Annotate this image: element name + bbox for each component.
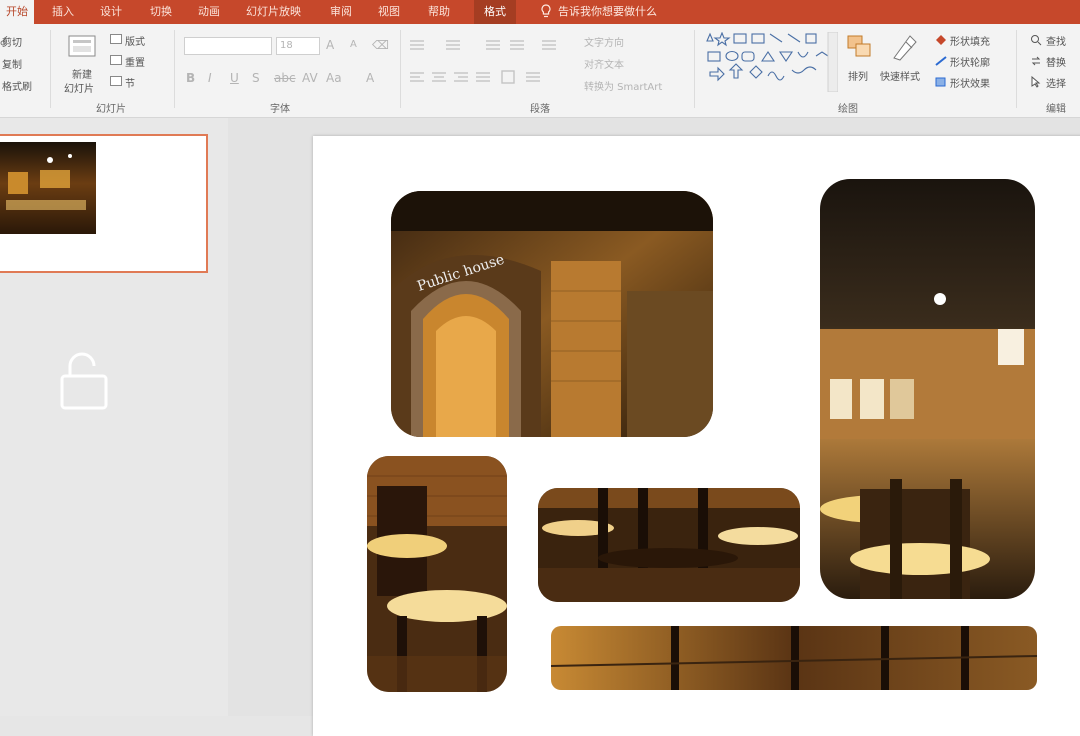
editing-group-label: 编辑 bbox=[1046, 104, 1066, 115]
text-direction-button[interactable]: 文字方向 bbox=[584, 34, 624, 49]
change-case-button[interactable]: Aa bbox=[326, 71, 342, 85]
new-slide-label-2[interactable]: 幻灯片 bbox=[64, 80, 94, 95]
slides-group-label: 幻灯片 bbox=[96, 104, 126, 115]
lightbulb-icon bbox=[541, 4, 551, 18]
shape-outline-button[interactable]: 形状轮廓 bbox=[950, 54, 990, 69]
copy-button[interactable]: 复制 bbox=[2, 56, 22, 71]
picture-floor-strip[interactable] bbox=[551, 626, 1037, 690]
tell-me-search[interactable]: 告诉我你想要做什么 bbox=[540, 0, 657, 24]
find-icon bbox=[1031, 35, 1042, 46]
italic-button[interactable]: I bbox=[208, 71, 212, 85]
underline-button[interactable]: U bbox=[230, 71, 239, 85]
font-color-button[interactable]: A bbox=[366, 71, 374, 85]
tab-insert[interactable]: 插入 bbox=[52, 0, 74, 24]
tab-home[interactable]: 开始 bbox=[0, 0, 34, 24]
tab-view[interactable]: 视图 bbox=[378, 0, 400, 24]
reset-button[interactable]: 重置 bbox=[125, 54, 145, 69]
ribbon-tab-bar: 开始 插入 设计 切换 动画 幻灯片放映 审阅 视图 帮助 格式 告诉我你想要做… bbox=[0, 0, 1080, 24]
bold-button[interactable]: B bbox=[186, 71, 195, 85]
tab-help[interactable]: 帮助 bbox=[428, 0, 450, 24]
quick-styles-icon bbox=[893, 35, 917, 61]
reset-icon bbox=[110, 55, 122, 65]
group-separator bbox=[400, 30, 401, 108]
arrange-button[interactable]: 排列 bbox=[848, 68, 868, 83]
arrange-icon bbox=[847, 35, 871, 57]
increase-font-button[interactable]: A bbox=[326, 38, 334, 52]
format-painter-button[interactable]: 格式刷 bbox=[2, 78, 32, 93]
shape-outline-icon bbox=[935, 56, 947, 66]
select-icon bbox=[1031, 76, 1041, 88]
tab-transitions[interactable]: 切换 bbox=[150, 0, 172, 24]
font-size-value: 18 bbox=[280, 40, 293, 51]
group-separator bbox=[174, 30, 175, 108]
tab-design[interactable]: 设计 bbox=[100, 0, 122, 24]
slide-editor: Public house bbox=[228, 118, 1080, 736]
new-slide-label-1[interactable]: 新建 bbox=[72, 66, 92, 81]
replace-button[interactable]: 替换 bbox=[1046, 54, 1066, 69]
new-slide-icon bbox=[68, 35, 96, 57]
font-family-field[interactable] bbox=[184, 37, 272, 55]
ribbon: 剪切 复制 格式刷 新建 幻灯片 版式 重置 节 幻灯片 18 A A ⌫ B … bbox=[0, 24, 1080, 118]
decrease-font-button[interactable]: A bbox=[350, 39, 357, 50]
lock-icon bbox=[60, 352, 108, 410]
cut-button[interactable]: 剪切 bbox=[2, 34, 22, 49]
section-icon bbox=[110, 76, 122, 86]
picture-chairs-tables[interactable] bbox=[538, 488, 800, 602]
section-button[interactable]: 节 bbox=[125, 75, 135, 90]
layout-button[interactable]: 版式 bbox=[125, 33, 145, 48]
group-separator bbox=[1016, 30, 1017, 108]
group-separator bbox=[694, 30, 695, 108]
select-button[interactable]: 选择 bbox=[1046, 75, 1066, 90]
thumbnail-image bbox=[0, 142, 96, 234]
paragraph-group-label: 段落 bbox=[530, 104, 550, 115]
shape-fill-icon bbox=[936, 35, 946, 45]
font-size-field[interactable]: 18 bbox=[276, 37, 320, 55]
tab-review[interactable]: 审阅 bbox=[330, 0, 352, 24]
tell-me-text: 告诉我你想要做什么 bbox=[558, 5, 657, 18]
clear-format-button[interactable]: ⌫ bbox=[372, 38, 389, 52]
shapes-gallery[interactable] bbox=[706, 32, 838, 92]
shape-effects-icon bbox=[935, 77, 946, 87]
tab-format[interactable]: 格式 bbox=[474, 0, 516, 24]
quick-styles-button[interactable]: 快速样式 bbox=[880, 68, 920, 83]
font-group-label: 字体 bbox=[270, 104, 290, 115]
picture-chair-closeup[interactable] bbox=[367, 456, 507, 692]
replace-icon bbox=[1031, 56, 1041, 66]
layout-icon bbox=[110, 34, 122, 44]
slide-thumbnail-1[interactable] bbox=[0, 134, 208, 273]
spacing-button[interactable]: AV bbox=[302, 71, 318, 85]
strikethrough-button[interactable]: abc bbox=[274, 71, 296, 85]
picture-arch-entrance[interactable]: Public house bbox=[391, 191, 713, 437]
shape-fill-button[interactable]: 形状填充 bbox=[950, 33, 990, 48]
align-text-button[interactable]: 对齐文本 bbox=[584, 56, 624, 71]
slide-thumbnail-panel bbox=[0, 118, 228, 716]
picture-dining-interior[interactable] bbox=[820, 179, 1035, 599]
shadow-button[interactable]: S bbox=[252, 71, 260, 85]
align-buttons-icon[interactable] bbox=[410, 70, 550, 84]
group-separator bbox=[50, 30, 51, 108]
list-buttons-icon[interactable] bbox=[410, 38, 560, 52]
convert-smartart-button[interactable]: 转换为 SmartArt bbox=[584, 78, 662, 93]
tab-animations[interactable]: 动画 bbox=[198, 0, 220, 24]
slide-canvas[interactable]: Public house bbox=[313, 136, 1080, 736]
shape-effects-button[interactable]: 形状效果 bbox=[950, 75, 990, 90]
drawing-group-label: 绘图 bbox=[838, 104, 858, 115]
find-button[interactable]: 查找 bbox=[1046, 33, 1066, 48]
tab-slideshow[interactable]: 幻灯片放映 bbox=[246, 0, 301, 24]
